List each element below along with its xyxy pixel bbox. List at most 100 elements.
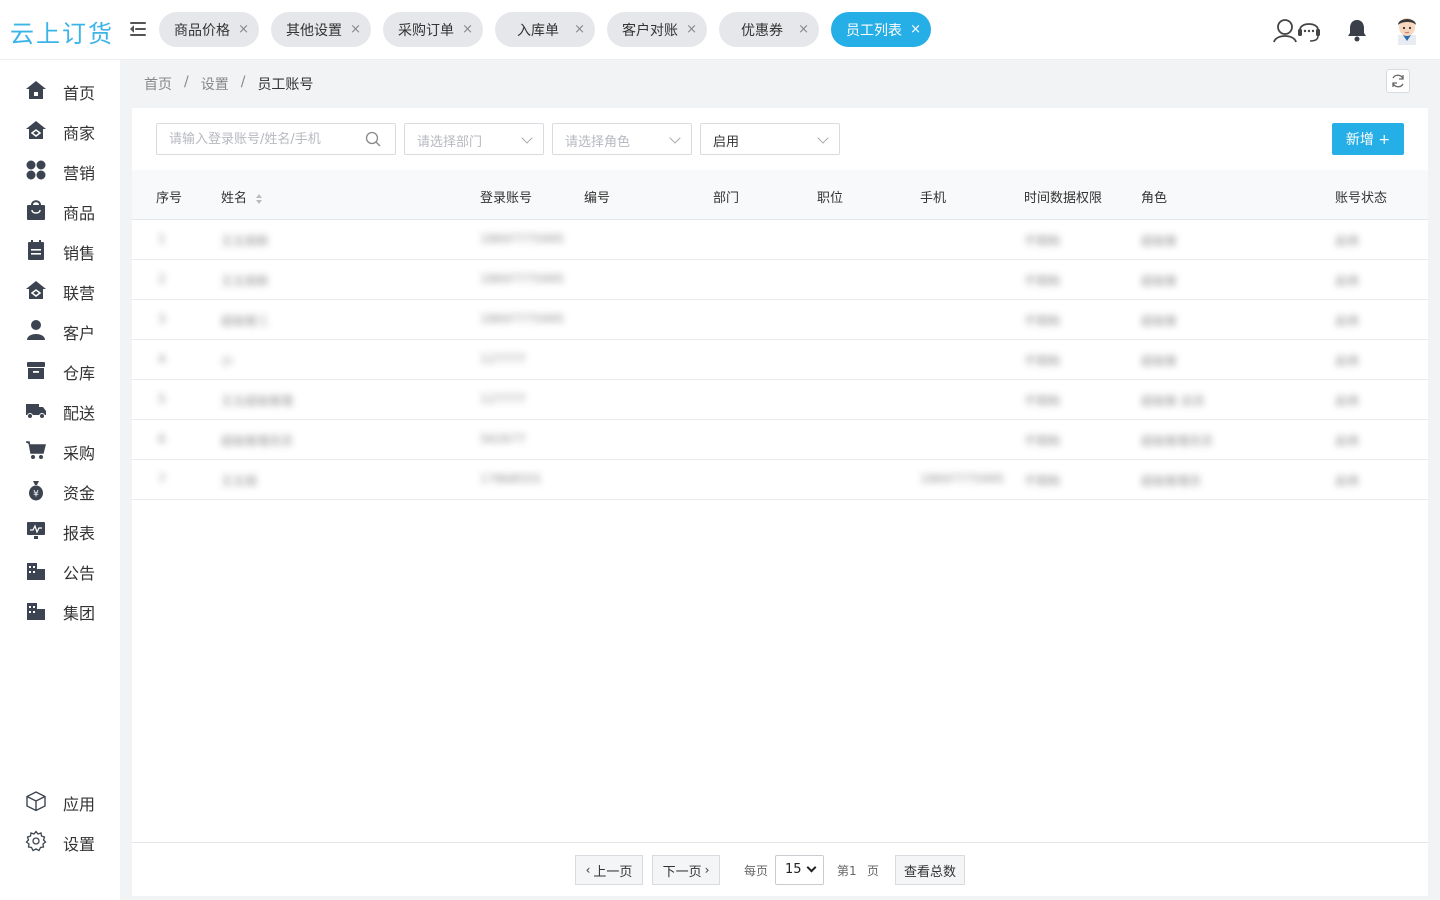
menu-toggle-icon[interactable] — [130, 20, 148, 38]
cell-time-permission: 不限制 — [1024, 434, 1061, 448]
breadcrumb-bar: 首页 / 设置 / 员工账号 — [132, 60, 1428, 108]
sidebar-item-group[interactable]: 集团 — [0, 590, 120, 630]
table-row[interactable]: 4 小 127777 不限制 超级管 启用 — [132, 340, 1428, 380]
bell-icon[interactable] — [1342, 15, 1372, 45]
cell-time-permission: 不限制 — [1024, 234, 1061, 248]
cell-account: 127777 — [480, 392, 526, 406]
breadcrumb-separator: / — [240, 74, 246, 90]
close-icon[interactable]: × — [798, 21, 809, 38]
cell-index: 3 — [158, 312, 166, 326]
col-role: 角色 — [1141, 191, 1168, 206]
table-row[interactable]: 3 超级管三 18697775995 不限制 超级管 启用 — [132, 300, 1428, 340]
table-row[interactable]: 1 王五丽新 18697775995 不限制 超级管 启用 — [132, 220, 1428, 260]
chevron-down-icon — [817, 132, 829, 144]
cell-name: 王五丽新 — [221, 234, 270, 248]
prev-page-button[interactable]: ‹ 上一页 — [575, 855, 643, 885]
search-icon[interactable] — [365, 131, 381, 147]
sidebar-item-label: 设置 — [63, 835, 96, 854]
tab-label: 商品价格 — [174, 22, 230, 39]
tab-product-price[interactable]: 商品价格 × — [159, 12, 259, 47]
customer-service-icon[interactable] — [1272, 15, 1322, 45]
sidebar-item-marketing[interactable]: 营销 — [0, 150, 120, 190]
refresh-button[interactable] — [1386, 69, 1410, 93]
cell-role: 超级管 — [1141, 314, 1178, 328]
cell-index: 4 — [158, 352, 166, 366]
breadcrumb-home[interactable]: 首页 — [144, 74, 172, 94]
sidebar-item-label: 商家 — [63, 124, 96, 143]
breadcrumb-settings[interactable]: 设置 — [201, 74, 229, 94]
table-row[interactable]: 6 超级管理员员 562677 不限制 超级管理员员 启用 — [132, 420, 1428, 460]
tab-purchase-order[interactable]: 采购订单 × — [383, 12, 483, 47]
close-icon[interactable]: × — [686, 21, 697, 38]
home-icon — [26, 81, 46, 99]
add-staff-button[interactable]: 新增 + — [1332, 123, 1404, 155]
sidebar-item-purchase[interactable]: 采购 — [0, 430, 120, 470]
close-icon[interactable]: × — [350, 21, 361, 38]
avatar[interactable] — [1392, 15, 1422, 45]
chevron-down-icon — [806, 862, 817, 873]
next-page-button[interactable]: 下一页 › — [652, 855, 720, 885]
tab-stock-in[interactable]: 入库单 × — [495, 12, 595, 47]
sidebar-item-announcement[interactable]: 公告 — [0, 550, 120, 590]
money-bag-icon: ¥ — [29, 481, 43, 501]
department-select[interactable]: 请选择部门 — [404, 123, 544, 155]
role-select[interactable]: 请选择角色 — [552, 123, 692, 155]
cell-account: 18697775995 — [480, 232, 564, 246]
close-icon[interactable]: × — [910, 21, 921, 38]
sidebar-item-settings[interactable]: 设置 — [0, 821, 120, 861]
col-department: 部门 — [713, 191, 740, 206]
sidebar-item-funds[interactable]: ¥ 资金 — [0, 470, 120, 510]
col-name-label: 姓名 — [221, 191, 248, 206]
tab-label: 客户对账 — [622, 22, 678, 39]
sidebar-item-report[interactable]: 报表 — [0, 510, 120, 550]
sort-icon[interactable] — [255, 193, 263, 205]
sidebar-item-delivery[interactable]: 配送 — [0, 390, 120, 430]
sidebar-item-apps[interactable]: 应用 — [0, 781, 120, 821]
sidebar-item-sales[interactable]: 销售 — [0, 230, 120, 270]
col-name[interactable]: 姓名 — [221, 187, 263, 206]
cell-name: 小 — [221, 354, 234, 368]
sidebar-item-home[interactable]: 首页 — [0, 70, 120, 110]
chevron-down-icon — [669, 132, 681, 144]
chevron-right-icon: › — [704, 863, 710, 877]
tab-label: 优惠券 — [741, 22, 783, 39]
tab-other-settings[interactable]: 其他设置 × — [271, 12, 371, 47]
top-bar: 云上订货 商品价格 × 其他设置 × 采购订单 × 入库单 × 客户对账 × 优… — [0, 0, 1440, 60]
tab-staff-list[interactable]: 员工列表 × — [831, 12, 931, 47]
sidebar-item-merchant[interactable]: 商家 — [0, 110, 120, 150]
cell-time-permission: 不限制 — [1024, 274, 1061, 288]
per-page-select[interactable]: 15 — [775, 855, 824, 885]
per-page-label: 每页 — [744, 864, 769, 878]
table-row[interactable]: 7 王五丽 17868555 18697775995 不限制 超级管理员 启用 — [132, 460, 1428, 500]
cell-account: 18697775995 — [480, 312, 564, 326]
cell-role: 超级管 — [1141, 354, 1178, 368]
table-row[interactable]: 5 王五超级管理 127777 不限制 超级管 店员 启用 — [132, 380, 1428, 420]
cell-index: 6 — [158, 432, 166, 446]
cell-role: 超级管 — [1141, 234, 1178, 248]
cell-name: 超级管理员员 — [221, 434, 294, 448]
alliance-icon — [26, 281, 46, 299]
cell-time-permission: 不限制 — [1024, 394, 1061, 408]
close-icon[interactable]: × — [574, 21, 585, 38]
tab-customer-reconciliation[interactable]: 客户对账 × — [607, 12, 707, 47]
col-phone: 手机 — [920, 191, 947, 206]
sidebar-item-customer[interactable]: 客户 — [0, 310, 120, 350]
sidebar-item-alliance[interactable]: 联营 — [0, 270, 120, 310]
store-icon — [26, 121, 46, 139]
search-input[interactable] — [157, 124, 357, 154]
search-field — [156, 123, 396, 155]
close-icon[interactable]: × — [462, 21, 473, 38]
chevron-down-icon — [521, 132, 533, 144]
pagination: ‹ 上一页 下一页 › 每页 15 第1 页 查看总数 — [132, 842, 1428, 896]
close-icon[interactable]: × — [238, 21, 249, 38]
sidebar-item-warehouse[interactable]: 仓库 — [0, 350, 120, 390]
staff-list-panel: 请选择部门 请选择角色 启用 新增 + 序号 姓名 登录账号 编号 部门 职位 … — [132, 108, 1428, 896]
table-row[interactable]: 2 王五丽新 18697775995 不限制 超级管 启用 — [132, 260, 1428, 300]
tab-coupon[interactable]: 优惠券 × — [719, 12, 819, 47]
app-logo[interactable]: 云上订货 — [10, 14, 114, 49]
sidebar-item-goods[interactable]: 商品 — [0, 190, 120, 230]
view-total-button[interactable]: 查看总数 — [895, 855, 965, 885]
breadcrumb-separator: / — [184, 74, 189, 90]
cell-status: 启用 — [1335, 314, 1360, 328]
status-select[interactable]: 启用 — [700, 123, 840, 155]
